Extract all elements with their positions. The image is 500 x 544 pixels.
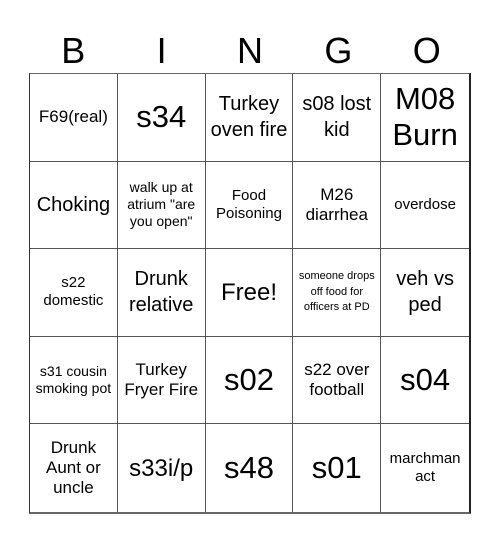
header-letter-b: B (61, 30, 86, 71)
bingo-cell[interactable]: walk up at atrium "are you open" (117, 161, 206, 250)
bingo-cell[interactable]: Drunk relative (117, 249, 206, 337)
bingo-cell[interactable]: s22 domestic (30, 249, 118, 337)
bingo-cell[interactable]: M26 diarrhea (293, 161, 382, 250)
bingo-cell[interactable]: s08 lost kid (293, 74, 382, 162)
bingo-cell[interactable]: veh vs ped (381, 249, 469, 337)
bingo-cell[interactable]: Food Poisoning (205, 161, 294, 250)
header-letter-n: N (236, 30, 263, 71)
bingo-cell[interactable]: s31 cousin smoking pot (30, 336, 118, 425)
bingo-cell[interactable]: M08 Burn (381, 74, 469, 162)
header-letter-o: O (412, 30, 441, 71)
bingo-cell[interactable]: s04 (381, 337, 469, 425)
bingo-cell[interactable]: overdose (381, 162, 469, 250)
bingo-cell[interactable]: s01 (293, 424, 382, 512)
header-letter-i: I (156, 30, 167, 71)
bingo-cell[interactable]: marchman act (381, 424, 469, 512)
bingo-cell[interactable]: Turkey Fryer Fire (117, 336, 206, 425)
bingo-header: B I N G O (29, 28, 471, 73)
bingo-cell[interactable]: Turkey oven fire (205, 74, 294, 162)
bingo-cell[interactable]: Choking (30, 161, 118, 250)
bingo-cell[interactable]: s33i/p (118, 424, 206, 512)
bingo-cell[interactable]: s48 (206, 424, 294, 512)
header-letter-g: G (324, 30, 353, 71)
bingo-cell[interactable]: s02 (205, 336, 294, 425)
bingo-grid: F69(real) s34 Turkey oven fire s08 lost … (29, 73, 471, 514)
free-space-cell[interactable]: Free! (205, 249, 294, 337)
bingo-cell[interactable]: s22 over football (293, 336, 382, 425)
bingo-cell[interactable]: F69(real) (30, 74, 118, 162)
bingo-cell[interactable]: Drunk Aunt or uncle (30, 424, 118, 512)
bingo-cell[interactable]: s34 (117, 74, 206, 162)
bingo-cell[interactable]: someone drops off food for officers at P… (293, 249, 382, 337)
